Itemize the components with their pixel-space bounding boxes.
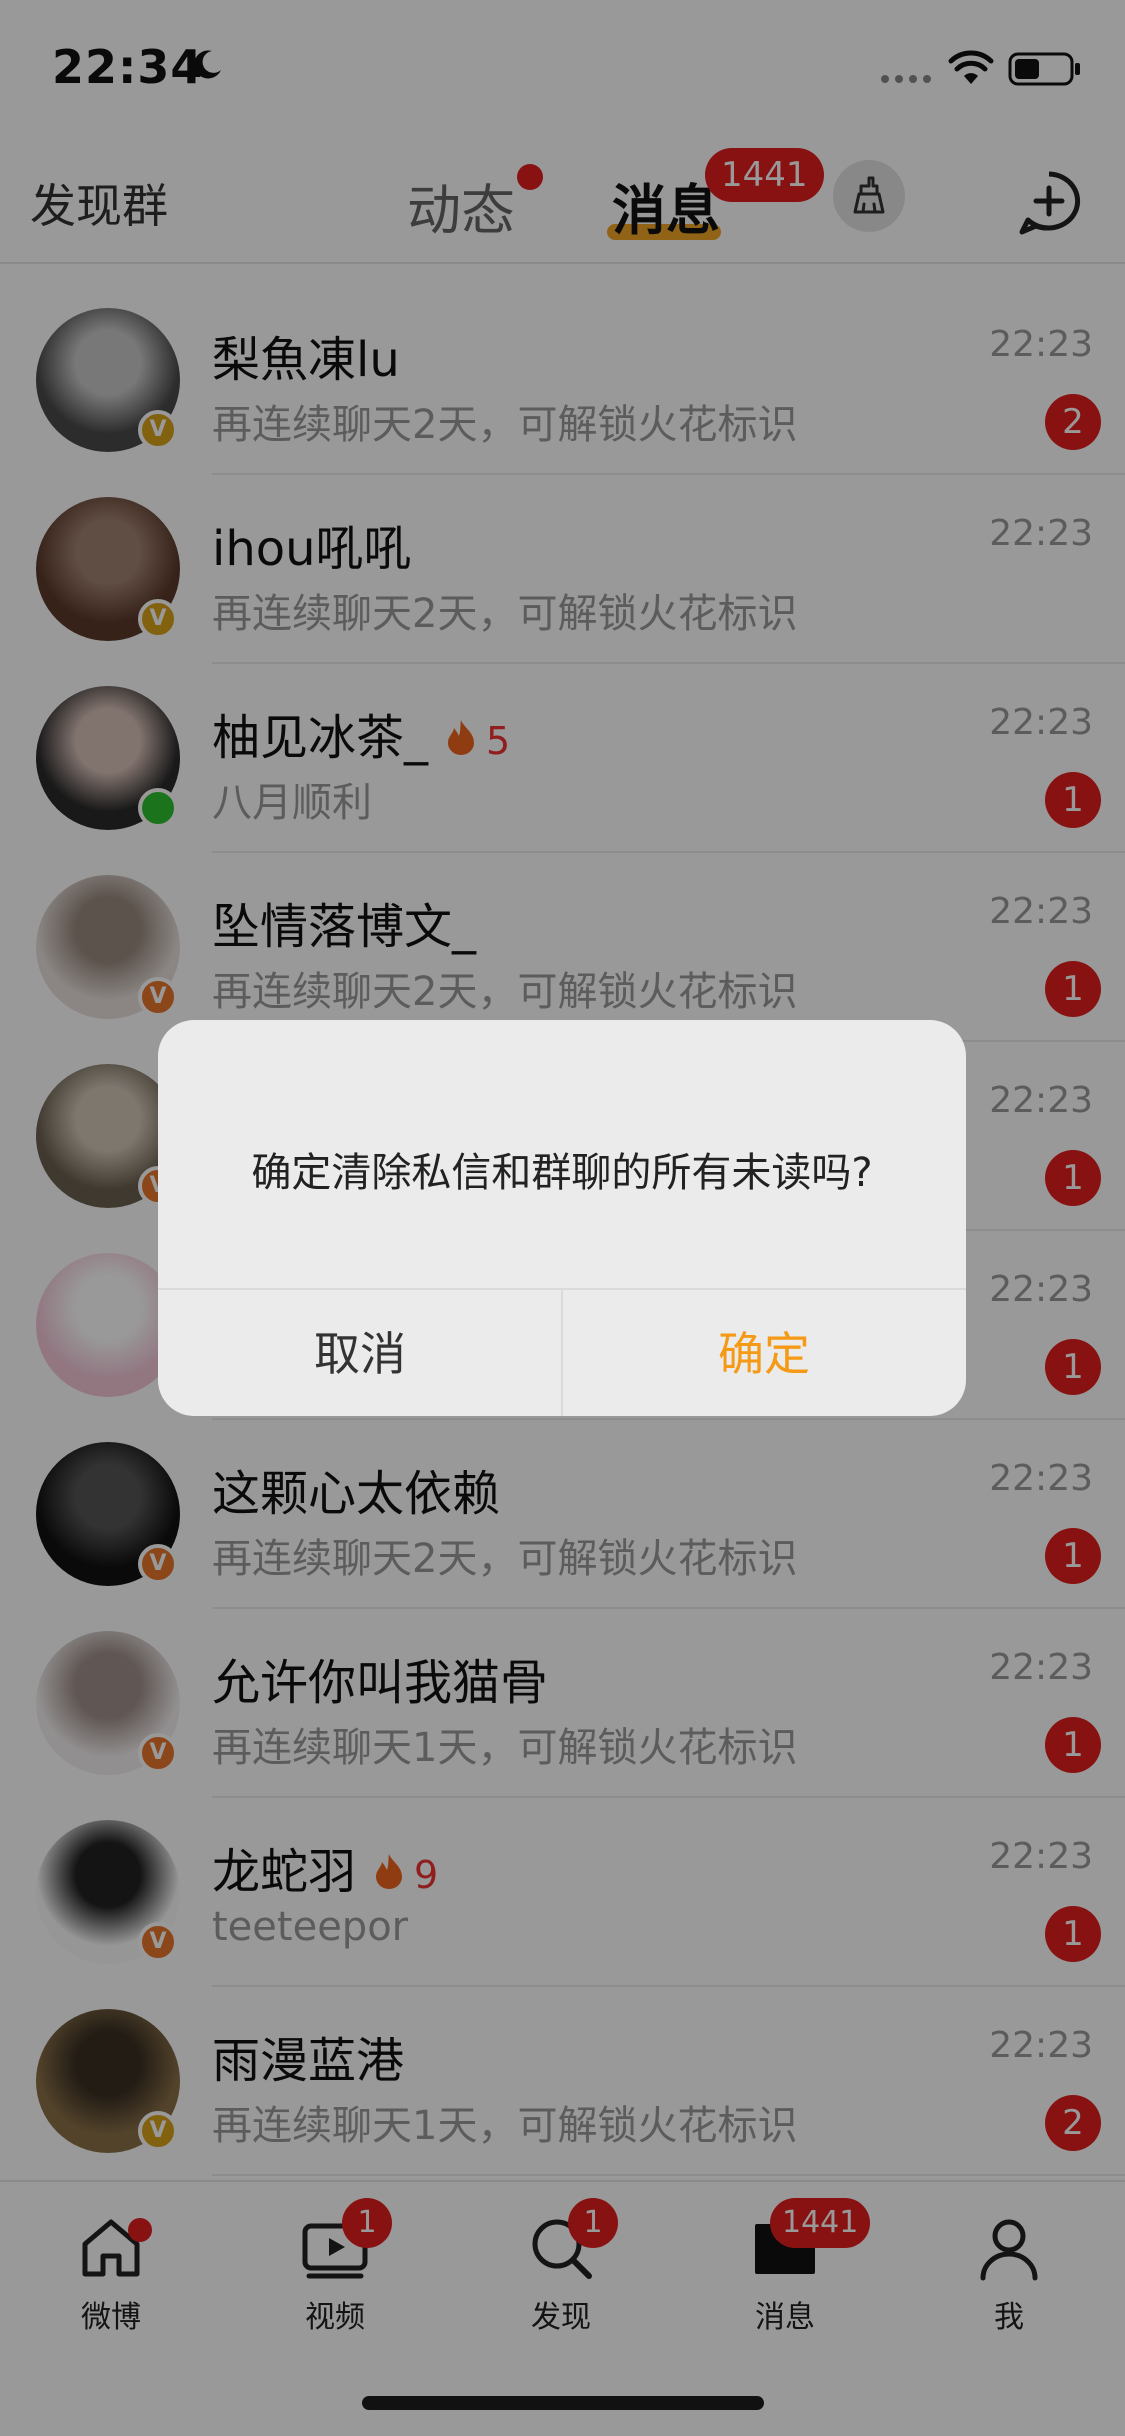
confirm-dialog: 确定清除私信和群聊的所有未读吗? 取消 确定: [158, 1020, 966, 1416]
dialog-actions: 取消 确定: [158, 1288, 966, 1416]
home-indicator: [362, 2396, 764, 2410]
dialog-message: 确定清除私信和群聊的所有未读吗?: [251, 1150, 873, 1196]
confirm-button[interactable]: 确定: [562, 1290, 966, 1416]
cancel-button[interactable]: 取消: [158, 1290, 562, 1416]
